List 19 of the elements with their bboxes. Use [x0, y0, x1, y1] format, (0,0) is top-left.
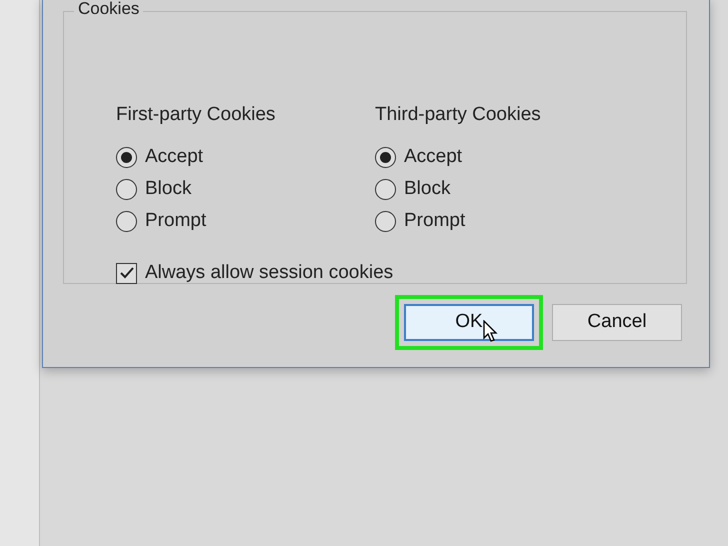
- radio-button[interactable]: [375, 179, 396, 200]
- radio-button[interactable]: [116, 211, 137, 232]
- radio-label: Prompt: [145, 211, 206, 232]
- radio-button[interactable]: [375, 147, 396, 168]
- checkbox[interactable]: [116, 262, 137, 284]
- dialog-button[interactable]: OK: [404, 304, 534, 341]
- radio-button[interactable]: [375, 211, 396, 232]
- column-heading: Third-party Cookies: [375, 105, 542, 126]
- radio-label: Block: [404, 179, 450, 200]
- radio-label: Accept: [145, 147, 204, 168]
- radio-label: Prompt: [404, 211, 466, 232]
- checkbox-label: Always allow session cookies: [145, 262, 394, 284]
- radio-button[interactable]: [116, 179, 137, 200]
- dialog-button[interactable]: Cancel: [552, 304, 682, 341]
- radio-label: Accept: [404, 147, 462, 168]
- radio-button[interactable]: [116, 147, 137, 168]
- column-heading: First-party Cookies: [116, 105, 276, 126]
- cursor-icon: [483, 320, 499, 344]
- radio-label: Block: [145, 179, 192, 200]
